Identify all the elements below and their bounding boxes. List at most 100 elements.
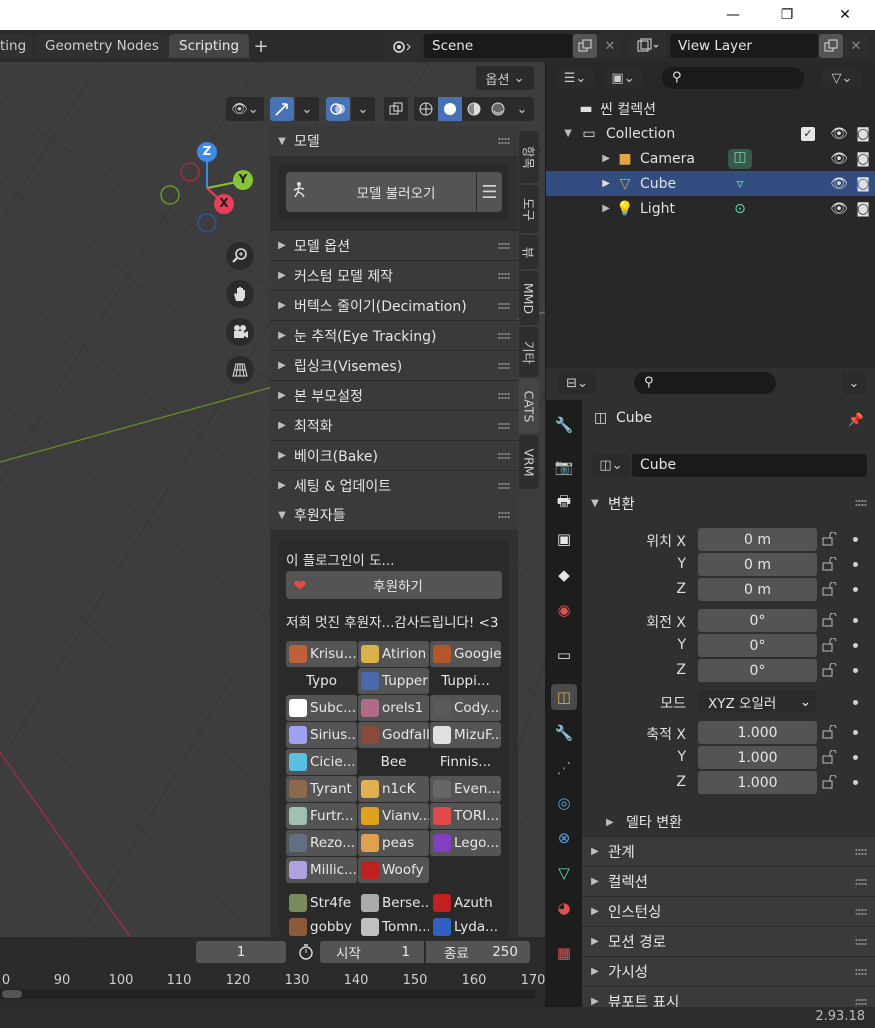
section-bone-parenting[interactable]: ▶ 본 부모설정 [270, 380, 518, 410]
tab-cats[interactable]: CATS [519, 379, 539, 433]
copy-scene-icon[interactable] [573, 34, 597, 58]
drag-handle-icon[interactable] [498, 242, 510, 250]
keyframe-dot-icon[interactable] [853, 537, 858, 542]
visibility-dropdown-icon[interactable]: 👁⌄ [226, 97, 264, 121]
drag-handle-icon[interactable] [498, 511, 510, 519]
tab-geometry-nodes[interactable]: Geometry Nodes [35, 34, 169, 58]
outliner-row-light[interactable]: ▶ 💡 Light ⊙ 👁 ◙ [546, 196, 875, 221]
drag-handle-icon[interactable] [855, 968, 867, 976]
drag-handle-icon[interactable] [498, 422, 510, 430]
zoom-icon[interactable] [226, 242, 254, 270]
perspective-toggle-icon[interactable] [226, 356, 254, 384]
section-bake[interactable]: ▶ 베이크(Bake) [270, 440, 518, 470]
scale-x-field[interactable]: 1.000 [698, 721, 817, 744]
supporter-4-1[interactable]: Bee [358, 749, 429, 775]
supporter-2-2[interactable]: Cody... [430, 695, 501, 721]
panel-collections[interactable]: ▶ 컬렉션 [582, 866, 875, 896]
maximize-button[interactable]: ❐ [764, 0, 810, 30]
location-z-field[interactable]: 0 m [698, 578, 817, 601]
tab-view[interactable]: 뷰 [519, 235, 539, 269]
supporter-7-0[interactable]: Rezo... [286, 830, 357, 856]
options-dropdown[interactable]: 옵션 ⌄ [476, 66, 534, 90]
end-frame-field[interactable]: 종료 250 [426, 941, 530, 963]
visibility-eye-icon[interactable]: 👁 [827, 201, 851, 217]
render-camera-icon[interactable]: ◙ [851, 126, 875, 142]
supporter-0-2[interactable]: Googie [430, 641, 501, 667]
solid-shading-icon[interactable] [438, 97, 462, 121]
visibility-eye-icon[interactable]: 👁 [827, 126, 851, 142]
tab-scripting[interactable]: Scripting [169, 34, 250, 58]
outliner-row-collection[interactable]: ▼ ▭ Collection ✓ 👁 ◙ [546, 121, 875, 146]
outliner-scene-collection[interactable]: ▬ 씬 컬렉션 [546, 96, 875, 121]
drag-handle-icon[interactable] [498, 362, 510, 370]
section-custom-model[interactable]: ▶ 커스텀 모델 제작 [270, 260, 518, 290]
expand-triangle-icon[interactable]: ▼ [546, 128, 572, 139]
rotation-z-field[interactable]: 0° [698, 659, 817, 682]
lock-icon[interactable] [822, 749, 838, 764]
supporter-5-0[interactable]: Tyrant [286, 776, 357, 802]
xray-toggle-icon[interactable] [384, 97, 408, 121]
lock-icon[interactable] [822, 556, 838, 571]
scale-z-field[interactable]: 1.000 [698, 771, 817, 794]
lock-icon[interactable] [822, 637, 838, 652]
section-settings-updates[interactable]: ▶ 세팅 & 업데이트 [270, 470, 518, 500]
supporter-3-1[interactable]: Godfall [358, 722, 429, 748]
render-camera-icon[interactable]: ◙ [851, 151, 875, 167]
gizmo-toggle-icon[interactable] [270, 97, 294, 121]
output-tab-icon[interactable]: 🖶 [551, 490, 577, 516]
panel-motion-paths[interactable]: ▶ 모션 경로 [582, 926, 875, 956]
visibility-eye-icon[interactable]: 👁 [827, 176, 851, 192]
render-camera-icon[interactable]: ◙ [851, 201, 875, 217]
drag-handle-icon[interactable] [498, 272, 510, 280]
outliner-row-cube[interactable]: ▶ ▽ Cube ▿ 👁 ◙ [546, 171, 875, 196]
keyframe-dot-icon[interactable] [853, 755, 858, 760]
model-panel-header[interactable]: ▼ 모델 [270, 126, 518, 156]
supporter-9-1[interactable]: Berse... [358, 890, 429, 916]
expand-triangle-icon[interactable]: ▶ [546, 178, 610, 189]
tab-vrm[interactable]: VRM [519, 435, 539, 489]
minimize-button[interactable]: — [710, 0, 756, 30]
exclude-checkbox[interactable]: ✓ [801, 126, 815, 141]
outliner-search-input[interactable]: ⚲ [662, 67, 804, 89]
view-layer-tab-icon[interactable]: ▣ [551, 526, 577, 552]
drag-handle-icon[interactable] [498, 482, 510, 490]
properties-options-icon[interactable]: ⌄ [842, 372, 866, 394]
tab-item[interactable]: 항목 [519, 131, 539, 183]
import-menu-icon[interactable]: ☰ [477, 172, 502, 212]
section-eye-tracking[interactable]: ▶ 눈 추적(Eye Tracking) [270, 320, 518, 350]
drag-handle-icon[interactable] [498, 332, 510, 340]
view-layer-browse-icon[interactable] [630, 34, 666, 58]
shading-dropdown-icon[interactable]: ⌄ [510, 97, 534, 121]
visibility-eye-icon[interactable]: 👁 [827, 151, 851, 167]
supporter-3-2[interactable]: MizuF... [430, 722, 501, 748]
rotation-mode-dropdown[interactable]: XYZ 오일러 ⌄ [698, 690, 817, 713]
collection-tab-icon[interactable]: ▭ [551, 642, 577, 668]
lock-icon[interactable] [822, 662, 838, 677]
lock-icon[interactable] [822, 581, 838, 596]
filter-mode-icon[interactable]: ▣⌄ [604, 67, 642, 89]
drag-handle-icon[interactable] [855, 938, 867, 946]
properties-search-input[interactable]: ⚲ [634, 372, 776, 394]
supporter-7-2[interactable]: Lego... [430, 830, 501, 856]
supporter-6-1[interactable]: Vianv... [358, 803, 429, 829]
delete-view-layer-icon[interactable]: ✕ [844, 34, 868, 58]
camera-data-icon[interactable]: ◫ [728, 148, 752, 169]
physics-tab-icon[interactable]: ◎ [551, 790, 577, 816]
transform-panel-header[interactable]: ▼ 변환 [582, 488, 875, 518]
particles-tab-icon[interactable]: ⋰ [551, 755, 577, 781]
keyframe-dot-icon[interactable] [853, 587, 858, 592]
rotation-x-field[interactable]: 0° [698, 609, 817, 632]
pin-icon[interactable]: 📌 [846, 410, 866, 430]
gizmo-dropdown-icon[interactable]: ⌄ [295, 97, 319, 121]
supporter-5-1[interactable]: n1cK [358, 776, 429, 802]
expand-triangle-icon[interactable]: ▶ [546, 153, 610, 164]
pan-hand-icon[interactable] [226, 280, 254, 308]
outliner-row-camera[interactable]: ▶ ■ Camera ◫ 👁 ◙ [546, 146, 875, 171]
keyframe-dot-icon[interactable] [853, 668, 858, 673]
overlay-toggle-icon[interactable] [326, 97, 350, 121]
material-tab-icon[interactable]: ◕ [551, 895, 577, 921]
panel-relations[interactable]: ▶ 관계 [582, 836, 875, 866]
timeline-scrollbar[interactable] [0, 989, 535, 999]
supporter-1-0[interactable]: Typo [286, 668, 357, 694]
keyframe-dot-icon[interactable] [853, 700, 858, 705]
